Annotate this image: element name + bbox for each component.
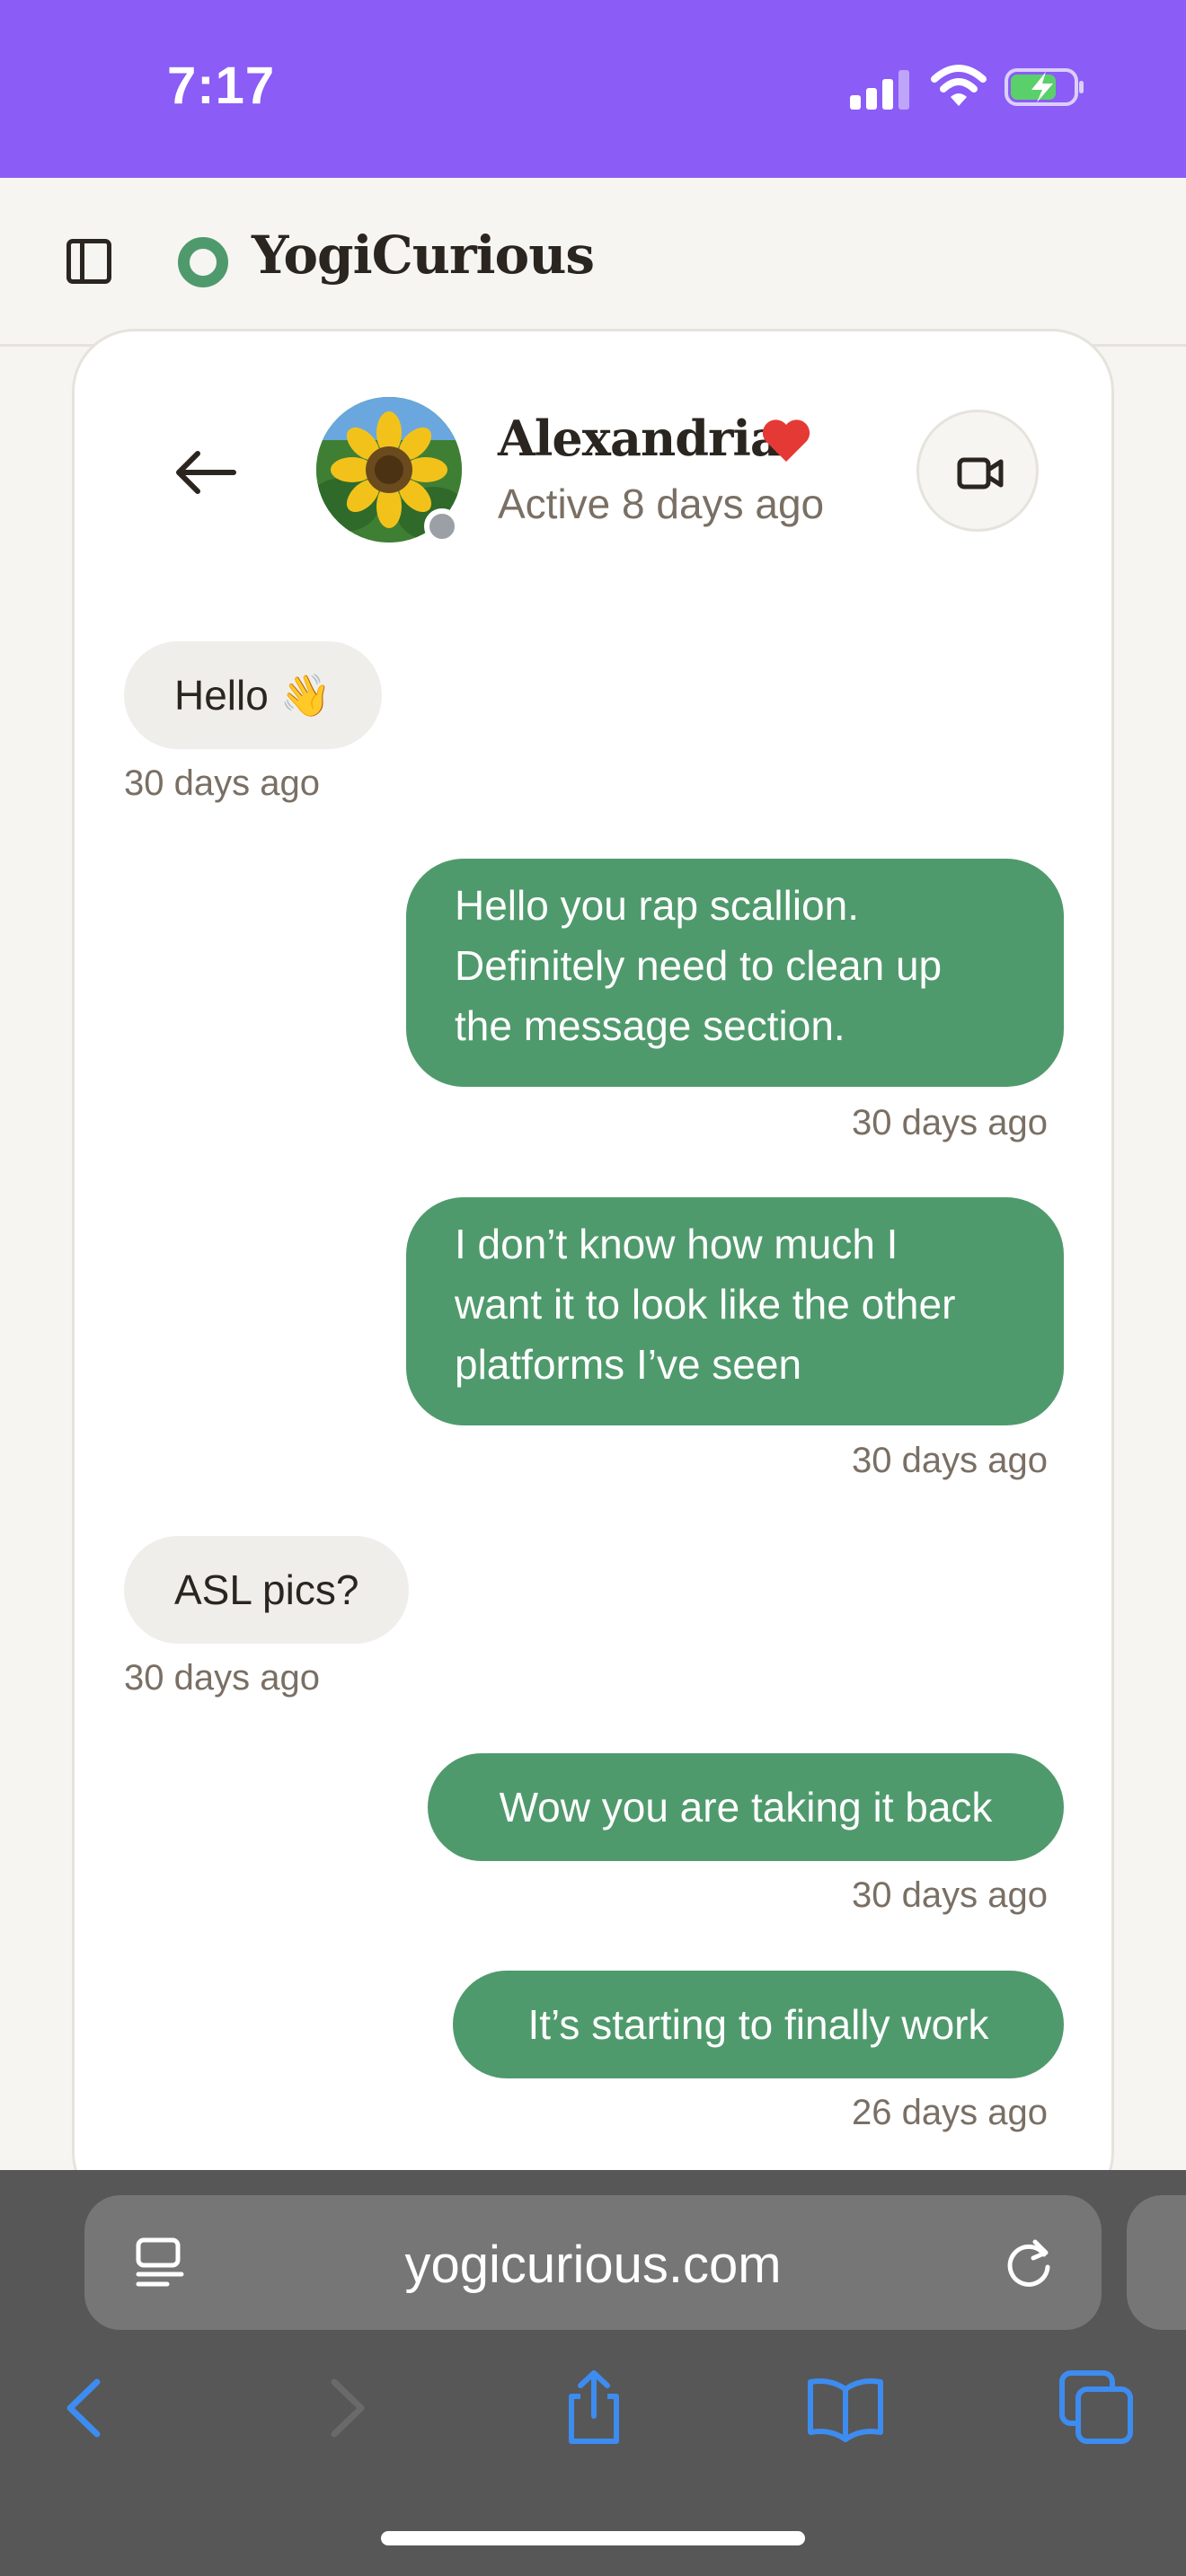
signal-icon xyxy=(850,68,913,110)
message-text: Wow you are taking it back xyxy=(499,1784,993,1831)
message-line: want it to look like the other xyxy=(455,1281,956,1328)
forward-icon[interactable] xyxy=(304,2368,385,2448)
message-line: Hello you rap scallion. xyxy=(455,882,860,929)
back-icon[interactable] xyxy=(47,2368,128,2448)
video-camera-icon xyxy=(957,457,1004,490)
app-header: YogiCurious xyxy=(0,178,1186,347)
next-tab-preview[interactable] xyxy=(1127,2195,1186,2330)
message-text: Hello 👋 xyxy=(174,672,332,719)
contact-name[interactable]: Alexandria xyxy=(498,410,782,467)
battery-charging-icon xyxy=(1005,68,1084,106)
message-line: the message section. xyxy=(455,1002,845,1049)
heart-icon[interactable] xyxy=(760,417,812,463)
presence-dot xyxy=(424,508,460,544)
message-timestamp: 30 days ago xyxy=(852,1103,1048,1142)
logo-ring-icon[interactable] xyxy=(178,237,228,287)
status-bar: 7:17 xyxy=(0,0,1186,178)
contact-status: Active 8 days ago xyxy=(498,481,825,527)
address-bar[interactable]: yogicurious.com xyxy=(84,2195,1102,2330)
message-bubble-outgoing[interactable]: Hello you rap scallion. Definitely need … xyxy=(406,859,1064,1087)
message-bubble-outgoing[interactable]: It’s starting to finally work xyxy=(453,1971,1064,2078)
sidebar-toggle-icon[interactable] xyxy=(66,239,111,284)
status-icons xyxy=(0,63,1186,117)
bookmarks-icon[interactable] xyxy=(805,2368,886,2448)
browser-toolbar: yogicurious.com xyxy=(0,2170,1186,2576)
message-timestamp: 30 days ago xyxy=(124,1658,320,1698)
video-call-button[interactable] xyxy=(916,410,1039,532)
message-timestamp: 30 days ago xyxy=(124,763,320,803)
back-arrow-icon[interactable] xyxy=(167,438,244,507)
brand-title[interactable]: YogiCurious xyxy=(252,225,595,286)
message-text: ASL pics? xyxy=(174,1566,359,1613)
message-timestamp: 30 days ago xyxy=(852,1441,1048,1480)
share-icon[interactable] xyxy=(553,2368,634,2448)
message-line: platforms I’ve seen xyxy=(455,1341,802,1388)
tabs-icon[interactable] xyxy=(1057,2368,1137,2448)
url-text[interactable]: yogicurious.com xyxy=(84,2235,1102,2295)
message-timestamp: 26 days ago xyxy=(852,2093,1048,2132)
message-text: It’s starting to finally work xyxy=(527,2001,989,2048)
wifi-icon xyxy=(931,65,987,106)
message-timestamp: 30 days ago xyxy=(852,1875,1048,1915)
message-line: Definitely need to clean up xyxy=(455,942,943,989)
message-bubble-outgoing[interactable]: I don’t know how much I want it to look … xyxy=(406,1197,1064,1425)
message-bubble-incoming[interactable]: ASL pics? xyxy=(124,1536,410,1644)
message-bubble-incoming[interactable]: Hello 👋 xyxy=(124,641,382,749)
message-bubble-outgoing[interactable]: Wow you are taking it back xyxy=(428,1753,1064,1861)
reload-icon[interactable] xyxy=(1001,2235,1057,2290)
message-line: I don’t know how much I xyxy=(455,1221,898,1267)
home-indicator[interactable] xyxy=(381,2531,805,2545)
